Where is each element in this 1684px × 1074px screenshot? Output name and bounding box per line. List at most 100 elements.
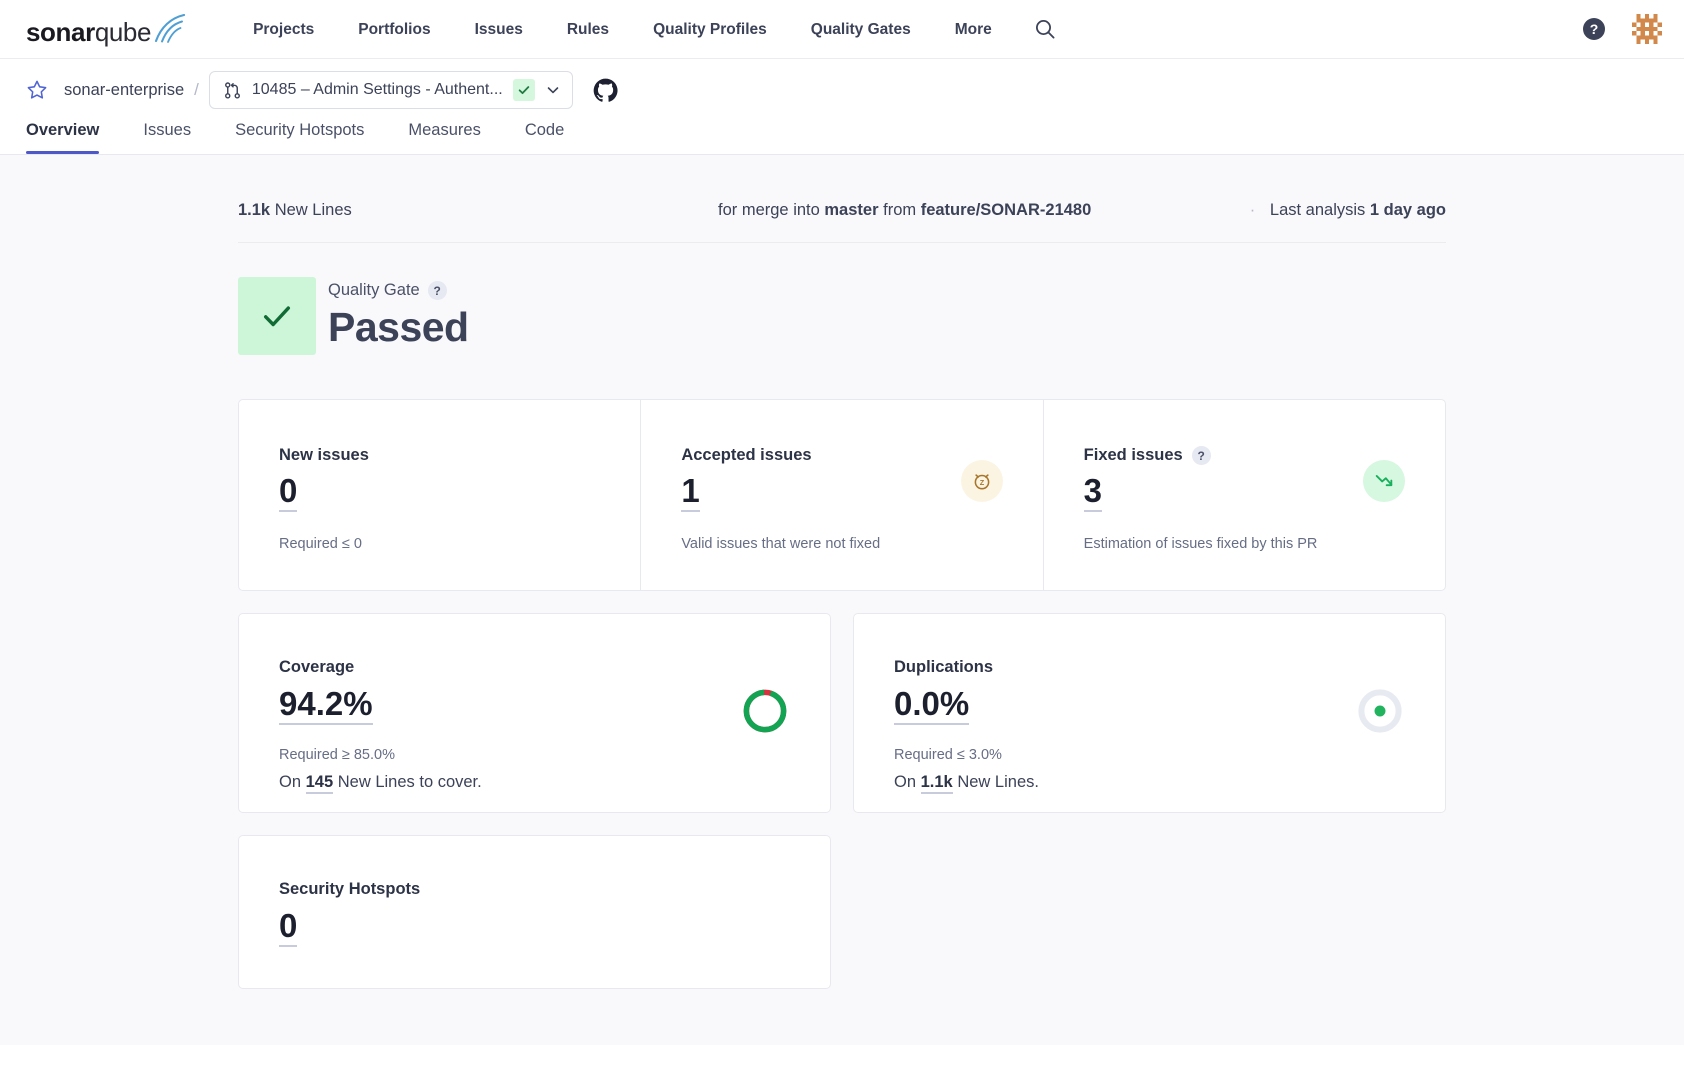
- new-issues-note: Required ≤ 0: [279, 536, 600, 552]
- security-hotspots-row: Security Hotspots 0: [238, 835, 1446, 989]
- duplications-on-suffix: New Lines.: [957, 773, 1039, 791]
- quality-gate-label: Quality Gate: [328, 281, 420, 300]
- quality-gate-help-icon[interactable]: ?: [428, 281, 447, 300]
- new-issues-value[interactable]: 0: [279, 474, 297, 512]
- nav-link-portfolios[interactable]: Portfolios: [336, 0, 452, 59]
- breadcrumb-separator: /: [194, 80, 199, 100]
- project-tabs: Overview Issues Security Hotspots Measur…: [26, 121, 1658, 154]
- quality-gate-section: Quality Gate ? Passed: [238, 277, 1446, 355]
- user-avatar-identicon[interactable]: [1632, 14, 1662, 44]
- duplications-on-prefix: On: [894, 773, 916, 791]
- logo-wave-icon: [153, 14, 187, 44]
- duplications-card: Duplications 0.0% Required ≤ 3.0% On 1.1…: [853, 613, 1446, 813]
- duplications-value[interactable]: 0.0%: [894, 687, 969, 725]
- duplications-new-lines-info: On 1.1k New Lines.: [894, 773, 1405, 792]
- search-icon[interactable]: [1034, 18, 1056, 40]
- merge-target-info: for merge into master from feature/SONAR…: [718, 201, 1250, 220]
- coverage-required: Required ≥ 85.0%: [279, 747, 790, 763]
- merge-target-branch: master: [824, 201, 878, 219]
- nav-link-issues[interactable]: Issues: [453, 0, 545, 59]
- nav-link-more[interactable]: More: [933, 0, 1014, 59]
- new-issues-panel: New issues 0 Required ≤ 0: [239, 400, 640, 590]
- quality-gate-label-row: Quality Gate ?: [328, 281, 469, 300]
- tab-security-hotspots[interactable]: Security Hotspots: [213, 121, 386, 154]
- pull-request-label: 10485 – Admin Settings - Authent...: [252, 81, 503, 99]
- svg-text:Z: Z: [979, 478, 984, 487]
- last-analysis-info: · Last analysis 1 day ago: [1250, 201, 1446, 220]
- last-analysis-label: Last analysis: [1270, 201, 1365, 219]
- primary-nav-links: Projects Portfolios Issues Rules Quality…: [231, 0, 1014, 59]
- logo-bold-part: sonar: [26, 17, 95, 47]
- tab-measures[interactable]: Measures: [386, 121, 502, 154]
- fixed-issues-note: Estimation of issues fixed by this PR: [1084, 536, 1405, 552]
- layout-spacer: [853, 835, 1446, 989]
- fixed-issues-help-icon[interactable]: ?: [1192, 446, 1211, 465]
- chevron-down-icon[interactable]: [545, 82, 561, 98]
- check-icon: [260, 299, 294, 333]
- quality-gate-text: Quality Gate ? Passed: [328, 281, 469, 351]
- quality-gate-status-badge: [238, 277, 316, 355]
- accepted-issues-title: Accepted issues: [681, 446, 1002, 465]
- check-icon: [517, 83, 531, 97]
- logo-wordmark: sonarqube: [26, 19, 151, 45]
- star-outline-icon[interactable]: [26, 79, 48, 101]
- merge-prefix: for merge into: [718, 201, 820, 219]
- security-hotspots-title: Security Hotspots: [279, 880, 790, 899]
- tab-issues[interactable]: Issues: [121, 121, 213, 154]
- duplications-lines[interactable]: 1.1k: [921, 773, 953, 794]
- new-issues-title: New issues: [279, 446, 600, 465]
- github-icon[interactable]: [593, 78, 618, 103]
- nav-link-quality-gates[interactable]: Quality Gates: [789, 0, 933, 59]
- coverage-title: Coverage: [279, 658, 790, 677]
- new-lines-value: 1.1k: [238, 201, 270, 219]
- fixed-issues-title-text: Fixed issues: [1084, 446, 1183, 465]
- duplications-required: Required ≤ 3.0%: [894, 747, 1405, 763]
- top-navigation-bar: sonarqube Projects Portfolios Issues Rul…: [0, 0, 1684, 59]
- sonarqube-logo[interactable]: sonarqube: [26, 14, 187, 45]
- trend-down-arrow-icon: [1363, 460, 1405, 502]
- nav-right-actions: ?: [1582, 14, 1662, 44]
- analysis-info-row: 1.1k New Lines for merge into master fro…: [238, 201, 1446, 243]
- tab-code[interactable]: Code: [503, 121, 586, 154]
- coverage-lines-to-cover[interactable]: 145: [306, 773, 334, 794]
- project-subheader: sonar-enterprise / 10485 – Admin Setting…: [0, 59, 1684, 155]
- overview-main-content: 1.1k New Lines for merge into master fro…: [0, 155, 1684, 1045]
- accepted-issues-panel: Accepted issues 1 Valid issues that were…: [640, 400, 1042, 590]
- coverage-card: Coverage 94.2% Required ≥ 85.0% On 145 N…: [238, 613, 831, 813]
- bullet-separator: ·: [1250, 201, 1256, 219]
- snoozed-clock-icon: Z: [961, 460, 1003, 502]
- fixed-issues-title: Fixed issues ?: [1084, 446, 1405, 465]
- new-issues-title-text: New issues: [279, 446, 369, 465]
- security-hotspots-card: Security Hotspots 0: [238, 835, 831, 989]
- accepted-issues-title-text: Accepted issues: [681, 446, 811, 465]
- duplications-ring-indicator: [1357, 688, 1403, 739]
- pull-request-selector[interactable]: 10485 – Admin Settings - Authent...: [209, 71, 573, 109]
- tab-overview[interactable]: Overview: [26, 121, 121, 154]
- accepted-issues-note: Valid issues that were not fixed: [681, 536, 1002, 552]
- nav-link-rules[interactable]: Rules: [545, 0, 631, 59]
- new-lines-summary: 1.1k New Lines: [238, 201, 718, 220]
- breadcrumb-project-link[interactable]: sonar-enterprise: [64, 81, 184, 100]
- issues-summary-card: New issues 0 Required ≤ 0 Accepted issue…: [238, 399, 1446, 591]
- last-analysis-value: 1 day ago: [1370, 201, 1446, 219]
- nav-link-quality-profiles[interactable]: Quality Profiles: [631, 0, 789, 59]
- help-circle-icon[interactable]: ?: [1582, 17, 1606, 41]
- coverage-value[interactable]: 94.2%: [279, 687, 373, 725]
- coverage-on-suffix: New Lines to cover.: [338, 773, 482, 791]
- merge-source-branch: feature/SONAR-21480: [921, 201, 1092, 219]
- duplications-title: Duplications: [894, 658, 1405, 677]
- svg-text:?: ?: [1590, 21, 1599, 37]
- coverage-donut-chart: [742, 688, 788, 739]
- quality-gate-status-text: Passed: [328, 304, 469, 351]
- security-hotspots-value[interactable]: 0: [279, 909, 297, 947]
- pull-request-status-badge: [513, 79, 535, 101]
- breadcrumb: sonar-enterprise / 10485 – Admin Setting…: [26, 59, 1658, 121]
- coverage-new-lines-info: On 145 New Lines to cover.: [279, 773, 790, 792]
- pull-request-icon: [223, 81, 242, 100]
- fixed-issues-panel: Fixed issues ? 3 Estimation of issues fi…: [1043, 400, 1445, 590]
- fixed-issues-value[interactable]: 3: [1084, 474, 1102, 512]
- accepted-issues-value[interactable]: 1: [681, 474, 699, 512]
- measures-row: Coverage 94.2% Required ≥ 85.0% On 145 N…: [238, 613, 1446, 813]
- logo-light-part: qube: [95, 17, 151, 47]
- nav-link-projects[interactable]: Projects: [231, 0, 336, 59]
